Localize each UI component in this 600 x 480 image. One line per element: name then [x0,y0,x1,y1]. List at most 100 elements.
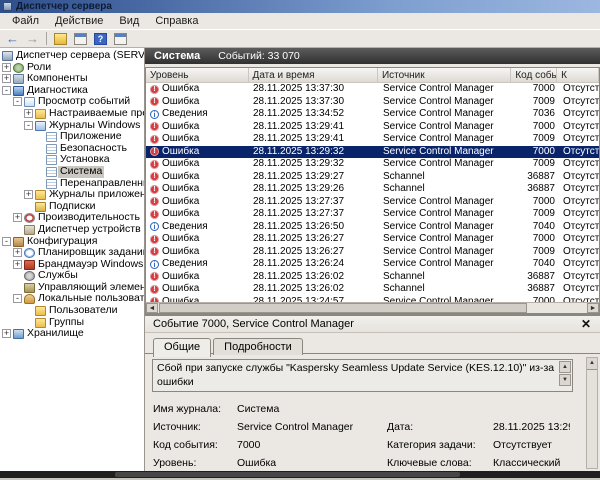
scrollbar-thumb[interactable] [159,303,527,313]
event-message-line1: Сбой при запуске службы "Kaspersky Seaml… [157,361,556,389]
tree-item[interactable]: Диспетчер устройств [0,224,144,236]
preview-vertical-scrollbar[interactable]: ▲ [586,357,598,469]
event-message-box[interactable]: Сбой при запуске службы "Kaspersky Seaml… [152,359,573,392]
column-header[interactable]: Источник [378,68,511,82]
log-icon [46,179,57,189]
event-row[interactable]: !Ошибка28.11.2025 13:27:37Service Contro… [146,196,599,209]
event-row[interactable]: !Ошибка28.11.2025 13:29:41Service Contro… [146,121,599,134]
folder-icon [35,318,46,328]
tree-item-label: Хранилище [25,328,86,340]
scroll-left-icon[interactable]: ◄ [146,303,158,313]
help-button[interactable]: ? [92,31,109,46]
event-row[interactable]: iСведения28.11.2025 13:26:24Service Cont… [146,258,599,271]
menu-item-Вид[interactable]: Вид [111,14,147,28]
tree-item[interactable]: + Хранилище [0,328,144,340]
tree-item[interactable]: + Журналы приложени [0,189,144,201]
tree-item-label: Журналы приложени [47,189,145,201]
event-message-line2: Служба не ответила на запрос своевременн… [157,389,556,392]
event-id: 36887 [513,171,559,184]
event-id: 36887 [513,183,559,196]
scroll-up-icon[interactable]: ▲ [587,358,597,370]
tree-expander-plus-icon[interactable]: + [2,63,11,72]
event-source: Service Control Manager [379,133,513,146]
event-row[interactable]: !Ошибка28.11.2025 13:27:37Service Contro… [146,208,599,221]
event-row[interactable]: !Ошибка28.11.2025 13:29:41Service Contro… [146,133,599,146]
event-id: 7000 [513,146,559,159]
error-icon: ! [150,147,159,156]
event-row[interactable]: !Ошибка28.11.2025 13:26:27Service Contro… [146,233,599,246]
event-row[interactable]: iСведения28.11.2025 13:26:50Service Cont… [146,221,599,234]
tree-expander-plus-icon[interactable]: + [2,329,11,338]
column-header[interactable]: Код события [511,68,557,82]
event-row[interactable]: !Ошибка28.11.2025 13:29:32Service Contro… [146,158,599,171]
forward-button[interactable]: → [24,31,41,46]
menu-item-Справка[interactable]: Справка [147,14,206,28]
folder-icon [35,190,46,200]
event-row[interactable]: !Ошибка28.11.2025 13:26:02Schannel36887О… [146,283,599,296]
event-datetime: 28.11.2025 13:29:32 [249,158,379,171]
scroll-right-icon[interactable]: ► [587,303,599,313]
error-icon: ! [150,272,159,281]
tree-item[interactable]: +Настраиваемые предс [0,108,144,120]
back-button[interactable]: ← [4,31,21,46]
event-category: Отсутствует [559,158,599,171]
tree-expander-plus-icon[interactable]: + [13,213,22,222]
tree-expander-minus-icon[interactable]: - [24,121,33,130]
event-level: Ошибка [162,83,199,96]
event-datetime: 28.11.2025 13:29:27 [249,171,379,184]
close-icon[interactable]: ✕ [581,318,591,330]
tree-item[interactable]: Диспетчер сервера (SERVER2010 [0,50,144,62]
tree-expander-plus-icon[interactable]: + [13,260,22,269]
tree-expander-minus-icon[interactable]: - [13,294,22,303]
menu-item-Файл[interactable]: Файл [4,14,47,28]
event-source: Service Control Manager [379,246,513,259]
event-row[interactable]: !Ошибка28.11.2025 13:26:02Schannel36887О… [146,271,599,284]
scroll-down-icon[interactable]: ▼ [559,374,571,386]
tab-Подробности[interactable]: Подробности [213,338,303,355]
tree-item[interactable]: Приложение [0,131,144,143]
subscriptions-icon [35,202,46,212]
event-source: Service Control Manager [379,208,513,221]
field-value: Service Control Manager [237,421,387,433]
window-bottom-scrollbar[interactable] [0,471,600,478]
tree-expander-minus-icon[interactable]: - [2,86,11,95]
event-source: Schannel [379,183,513,196]
log-header-bar: Система Событий: 33 070 [145,48,600,64]
menu-item-Действие[interactable]: Действие [47,14,111,28]
event-row[interactable]: !Ошибка28.11.2025 13:29:32Service Contro… [146,146,599,159]
list-horizontal-scrollbar[interactable]: ◄ ► [145,302,600,314]
tree-item[interactable]: Пользователи [0,305,144,317]
event-row[interactable]: !Ошибка28.11.2025 13:29:26Schannel36887О… [146,183,599,196]
event-row[interactable]: iСведения28.11.2025 13:34:52Service Cont… [146,108,599,121]
message-scroll-buttons: ▲ ▼ [559,361,571,386]
event-id: 36887 [513,271,559,284]
event-row[interactable]: !Ошибка28.11.2025 13:29:27Schannel36887О… [146,171,599,184]
tab-Общие[interactable]: Общие [153,338,211,357]
tree-expander-plus-icon[interactable]: + [2,74,11,83]
tree-item[interactable]: Система [0,166,144,178]
server-manager-window: Диспетчер сервера ФайлДействиеВидСправка… [0,0,600,480]
scrollbar-thumb[interactable] [115,472,460,477]
tree-expander-plus-icon[interactable]: + [24,109,33,118]
event-id: 7000 [513,233,559,246]
new-window-button[interactable] [112,31,129,46]
console-tree-toggle-button[interactable] [52,31,69,46]
event-row[interactable]: !Ошибка28.11.2025 13:26:27Service Contro… [146,246,599,259]
tree-expander-plus-icon[interactable]: + [24,190,33,199]
event-datetime: 28.11.2025 13:27:37 [249,196,379,209]
event-row[interactable]: !Ошибка28.11.2025 13:37:30Service Contro… [146,96,599,109]
tree-expander-plus-icon[interactable]: + [13,248,22,257]
event-id: 7009 [513,208,559,221]
error-icon: ! [150,172,159,181]
field-label: Имя журнала: [153,403,237,415]
properties-button[interactable] [72,31,89,46]
event-row[interactable]: !Ошибка28.11.2025 13:37:30Service Contro… [146,83,599,96]
column-header[interactable]: К [557,68,599,82]
scroll-up-icon[interactable]: ▲ [559,361,571,373]
event-level: Ошибка [162,183,199,196]
column-header[interactable]: Дата и время [249,68,378,82]
tree-expander-minus-icon[interactable]: - [2,237,11,246]
column-header[interactable]: Уровень [146,68,249,82]
tree-expander-minus-icon[interactable]: - [13,97,22,106]
tree-item[interactable]: +Планировщик заданий [0,247,144,259]
